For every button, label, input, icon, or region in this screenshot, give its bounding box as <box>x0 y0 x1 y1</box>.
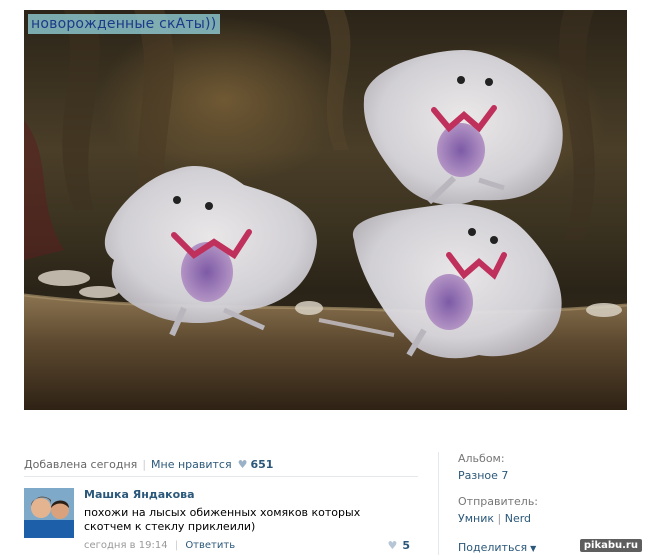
added-date: Добавлена сегодня <box>24 458 138 471</box>
comment-like-button[interactable]: ♥ 5 <box>387 539 410 552</box>
separator: | <box>142 458 147 471</box>
sidebar-divider <box>438 452 439 555</box>
comment-item: Машка Яндакова похожи на лысых обиженных… <box>24 487 418 553</box>
share-button[interactable]: Поделиться ▼ <box>458 541 536 554</box>
post-photo[interactable] <box>24 10 627 410</box>
chevron-down-icon: ▼ <box>530 544 537 553</box>
share-label: Поделиться <box>458 541 528 554</box>
like-count: 651 <box>250 458 274 471</box>
photo-caption: новорожденные скАты)) <box>28 14 221 34</box>
watermark: pikabu.ru <box>579 539 642 552</box>
sender-user-link[interactable]: Умник <box>458 512 494 525</box>
reply-button[interactable]: Ответить <box>185 540 235 551</box>
avatar[interactable] <box>24 488 74 538</box>
album-link[interactable]: Разное 7 <box>458 469 638 482</box>
comments-divider <box>24 476 418 477</box>
comment-author[interactable]: Машка Яндакова <box>84 488 195 501</box>
comment-footer: сегодня в 19:14 | Ответить <box>84 540 235 551</box>
photo-sidebar: Альбом: Разное 7 Отправитель: Умник | Ne… <box>458 452 638 554</box>
sender-label: Отправитель: <box>458 495 539 508</box>
separator: | <box>174 540 179 551</box>
like-button[interactable]: Мне нравится <box>151 458 232 471</box>
separator: | <box>497 512 502 525</box>
heart-icon: ♥ <box>387 539 398 552</box>
album-label: Альбом: <box>458 452 505 465</box>
comment-like-count: 5 <box>402 539 410 552</box>
comment-text: похожи на лысых обиженных хомяков которы… <box>84 506 361 533</box>
sender-group-link[interactable]: Nerd <box>505 512 531 525</box>
stingray-top-right <box>363 50 563 205</box>
comment-time[interactable]: сегодня в 19:14 <box>84 540 168 551</box>
heart-icon[interactable]: ♥ <box>238 458 248 471</box>
post-meta: Добавлена сегодня | Мне нравится ♥ 651 <box>24 458 273 471</box>
stingray-photo-illustration <box>24 10 627 410</box>
sender-block: Отправитель: Умник | Nerd <box>458 495 538 525</box>
